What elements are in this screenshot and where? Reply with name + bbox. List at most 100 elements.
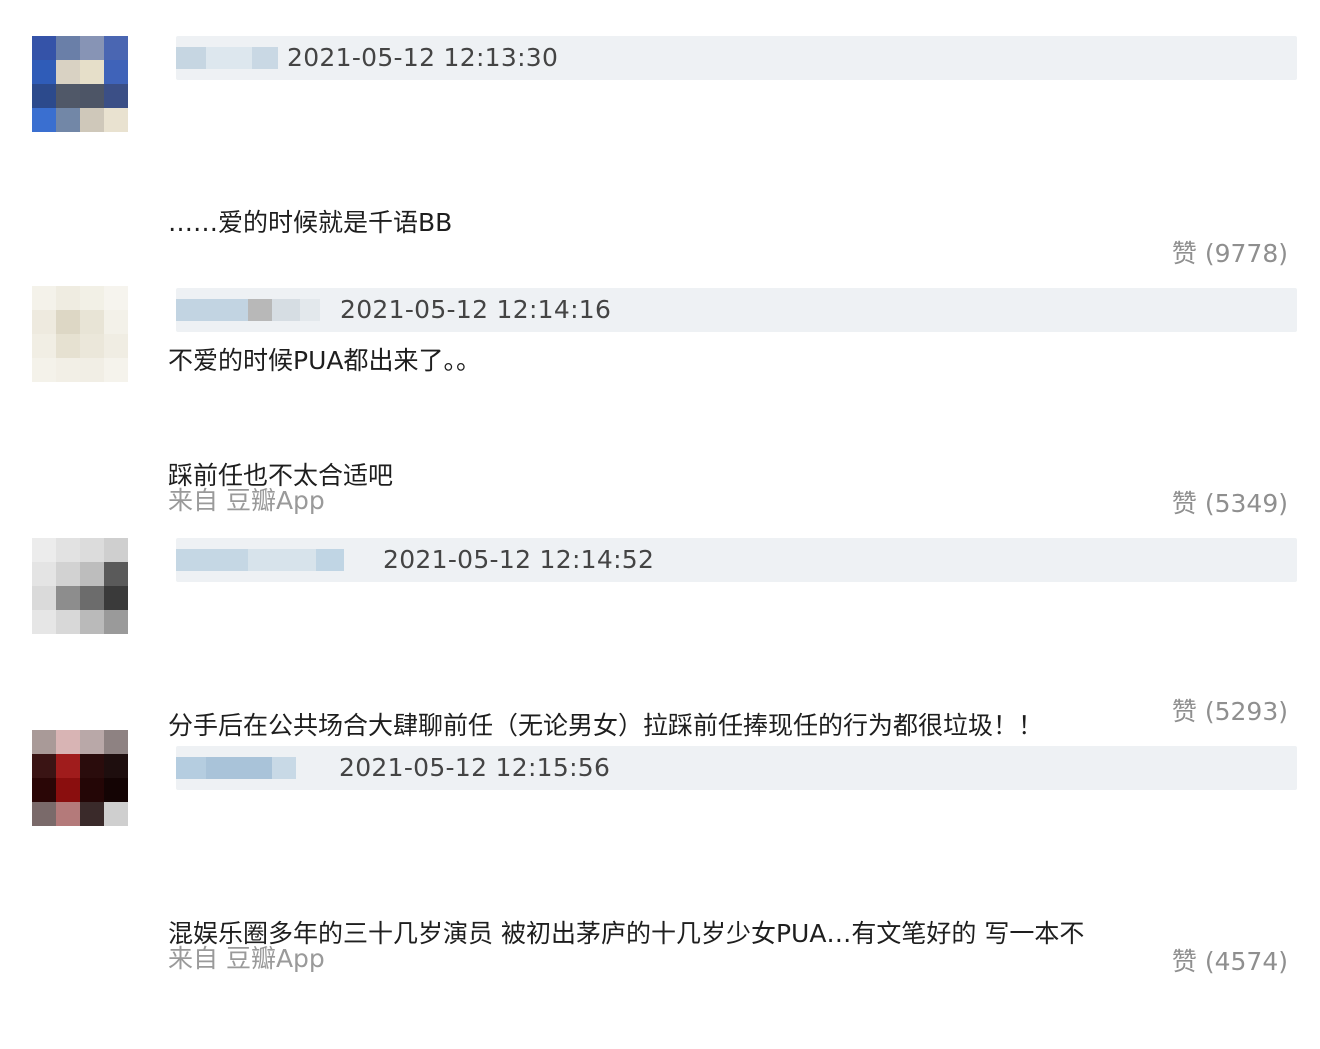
avatar-pixel <box>32 802 56 826</box>
comment-meta-bar: 2021-05-12 12:13:30 <box>176 36 1297 80</box>
comment-timestamp: 2021-05-12 12:14:52 <box>383 545 655 574</box>
avatar-pixel <box>32 334 56 358</box>
avatar-pixel <box>80 730 104 754</box>
avatar-pixel <box>32 730 56 754</box>
avatar-pixel <box>104 60 128 84</box>
like-count[interactable]: 赞 (9778) <box>1172 234 1288 270</box>
avatar-pixel <box>104 108 128 132</box>
avatar-pixel <box>80 586 104 610</box>
username-blurred[interactable] <box>176 36 278 80</box>
avatar-pixel <box>80 358 104 382</box>
avatar-pixel <box>56 730 80 754</box>
avatar[interactable] <box>32 730 128 826</box>
like-count[interactable]: 赞 (5293) <box>1172 692 1288 728</box>
username-blurred[interactable] <box>176 538 344 582</box>
avatar-pixel <box>104 334 128 358</box>
username-blur-block <box>176 757 206 779</box>
comment-meta-bar: 2021-05-12 12:14:52 <box>176 538 1297 582</box>
avatar-pixel <box>56 108 80 132</box>
avatar-pixel <box>80 310 104 334</box>
avatar-pixel <box>56 562 80 586</box>
comment-text: 分手后在公共场合大肆聊前任（无论男女）拉踩前任捧现任的行为都很垃圾！！ <box>168 611 1043 841</box>
username-blurred[interactable] <box>176 288 320 332</box>
username-blur-block <box>176 549 248 571</box>
avatar-pixel <box>104 754 128 778</box>
avatar-pixel <box>56 286 80 310</box>
avatar-pixel <box>80 36 104 60</box>
username-blur-block <box>272 757 296 779</box>
comment-timestamp: 2021-05-12 12:13:30 <box>287 43 559 72</box>
comment-text-line: ……爱的时候就是千语BB <box>168 208 453 237</box>
avatar-pixel <box>104 84 128 108</box>
avatar-pixel <box>80 562 104 586</box>
avatar-pixel <box>32 754 56 778</box>
avatar-pixel <box>104 778 128 802</box>
avatar-pixel <box>32 778 56 802</box>
avatar-pixel <box>104 730 128 754</box>
avatar-pixel <box>56 586 80 610</box>
username-blur-block <box>272 299 300 321</box>
avatar-pixel <box>56 778 80 802</box>
avatar-pixel <box>32 84 56 108</box>
avatar-pixel <box>80 60 104 84</box>
username-blurred[interactable] <box>176 746 296 790</box>
avatar-pixel <box>32 60 56 84</box>
avatar-pixel <box>80 108 104 132</box>
avatar-pixel <box>32 108 56 132</box>
comment-timestamp: 2021-05-12 12:14:16 <box>340 295 612 324</box>
avatar-pixel <box>56 60 80 84</box>
avatar-pixel <box>104 358 128 382</box>
avatar-pixel <box>56 310 80 334</box>
avatar-pixel <box>56 334 80 358</box>
comment-meta-bar: 2021-05-12 12:14:16 <box>176 288 1297 332</box>
avatar-pixel <box>80 84 104 108</box>
avatar-pixel <box>80 334 104 358</box>
avatar-pixel <box>56 802 80 826</box>
username-blur-block <box>252 47 278 69</box>
avatar-pixel <box>56 754 80 778</box>
avatar-pixel <box>104 310 128 334</box>
avatar-pixel <box>56 358 80 382</box>
like-count[interactable]: 赞 (5349) <box>1172 484 1288 520</box>
username-blur-block <box>316 549 344 571</box>
avatar[interactable] <box>32 36 128 132</box>
comment-text: 混娱乐圈多年的三十几岁演员 被初出茅庐的十几岁少女PUA…有文笔好的 写一本不 <box>168 819 1084 1049</box>
avatar-pixel <box>32 538 56 562</box>
like-count[interactable]: 赞 (4574) <box>1172 942 1288 978</box>
avatar-pixel <box>104 802 128 826</box>
username-blur-block <box>176 47 206 69</box>
avatar-pixel <box>56 36 80 60</box>
avatar-pixel <box>104 538 128 562</box>
avatar[interactable] <box>32 538 128 634</box>
username-blur-block <box>206 757 272 779</box>
username-blur-block <box>206 47 252 69</box>
avatar-pixel <box>32 610 56 634</box>
avatar-pixel <box>56 610 80 634</box>
username-blur-block <box>248 549 316 571</box>
avatar-pixel <box>104 610 128 634</box>
avatar-pixel <box>32 310 56 334</box>
avatar-pixel <box>104 586 128 610</box>
avatar-pixel <box>56 538 80 562</box>
avatar-pixel <box>104 562 128 586</box>
avatar-pixel <box>56 84 80 108</box>
avatar-pixel <box>80 610 104 634</box>
avatar-pixel <box>80 778 104 802</box>
avatar-pixel <box>80 286 104 310</box>
comment-source: 来自 豆瓣App <box>168 486 325 515</box>
avatar-pixel <box>32 36 56 60</box>
avatar[interactable] <box>32 286 128 382</box>
avatar-pixel <box>80 538 104 562</box>
avatar-pixel <box>32 358 56 382</box>
comment-text-line: 分手后在公共场合大肆聊前任（无论男女）拉踩前任捧现任的行为都很垃圾！！ <box>168 711 1044 740</box>
comment-source: 来自 豆瓣App <box>168 944 325 973</box>
avatar-pixel <box>104 286 128 310</box>
username-blur-block <box>248 299 272 321</box>
avatar-pixel <box>80 754 104 778</box>
avatar-pixel <box>32 562 56 586</box>
avatar-pixel <box>32 286 56 310</box>
avatar-pixel <box>80 802 104 826</box>
comment-meta-bar: 2021-05-12 12:15:56 <box>176 746 1297 790</box>
avatar-pixel <box>32 586 56 610</box>
username-blur-block <box>176 299 248 321</box>
